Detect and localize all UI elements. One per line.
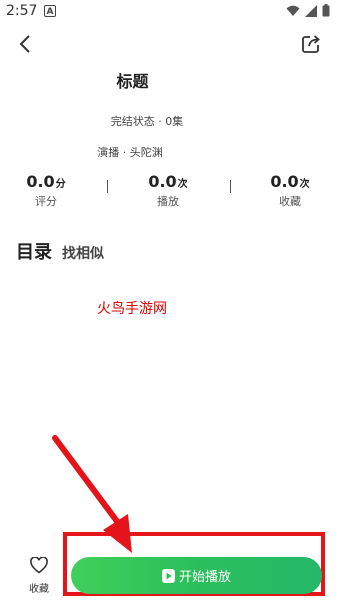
play-icon (161, 568, 175, 583)
narrator-info: 演播 · 头陀渊 (97, 146, 163, 159)
wifi-icon (286, 5, 300, 16)
stat-label: 播放 (157, 195, 179, 208)
stat-value: 0.0 (148, 172, 177, 191)
stat-divider (230, 180, 231, 193)
start-play-button[interactable]: 开始播放 (71, 557, 322, 594)
stat-unit: 分 (55, 179, 66, 190)
notification-icon: A (44, 5, 56, 17)
catalog-header: 目录 找相似 (16, 238, 104, 264)
share-icon[interactable] (300, 33, 322, 55)
status-bar: 2:57 A (0, 0, 338, 24)
status-time: 2:57 (6, 3, 38, 19)
stat-favorites: 0.0次 收藏 (258, 172, 322, 209)
stat-unit: 次 (177, 179, 188, 190)
battery-icon (322, 4, 330, 17)
tab-find-similar[interactable]: 找相似 (62, 243, 104, 263)
tab-catalog[interactable]: 目录 (16, 238, 52, 264)
start-play-label: 开始播放 (178, 570, 231, 585)
status-icons (286, 4, 330, 17)
favorite-button[interactable]: 收藏 (20, 556, 58, 595)
watermark: 火鸟手游网 (97, 301, 167, 317)
heart-icon (30, 556, 48, 574)
completion-status: 完结状态 · 0集 (110, 115, 184, 128)
stat-label: 评分 (35, 195, 57, 208)
top-nav (0, 30, 338, 58)
signal-icon (305, 4, 317, 17)
stat-rating: 0.0分 评分 (14, 172, 78, 209)
stat-divider (107, 180, 108, 193)
stat-plays: 0.0次 播放 (136, 172, 200, 209)
stat-value: 0.0 (270, 172, 299, 191)
favorite-label: 收藏 (29, 584, 49, 595)
stats-row: 0.0分 评分 0.0次 播放 0.0次 收藏 (0, 172, 338, 212)
back-arrow-icon[interactable] (14, 32, 38, 56)
page-title: 标题 (116, 72, 149, 91)
stat-value: 0.0 (26, 172, 55, 191)
stat-unit: 次 (299, 179, 310, 190)
stat-label: 收藏 (279, 195, 301, 208)
